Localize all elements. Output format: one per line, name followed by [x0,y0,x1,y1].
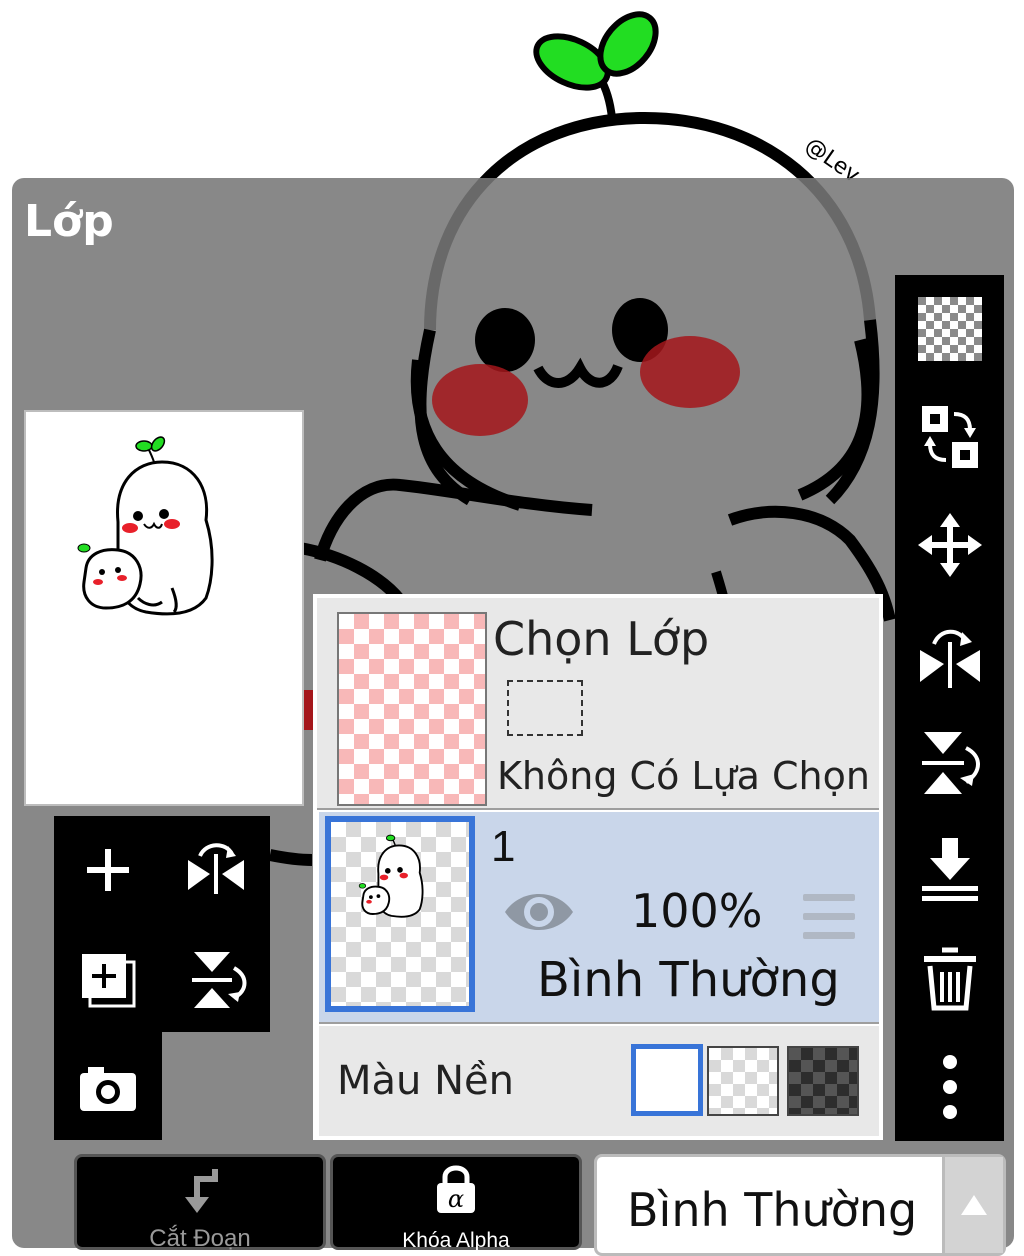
camera-icon [80,1067,136,1111]
layer-visibility-toggle[interactable] [501,884,577,945]
background-transparent-light-swatch[interactable] [707,1046,779,1116]
alpha-lock-button[interactable]: α Khóa Alpha [330,1154,582,1252]
selection-layer-title: Chọn Lớp [493,612,710,666]
right-toolbar [895,275,1004,1141]
add-layer-icon [87,849,129,891]
swap-layers-button[interactable] [895,397,1004,477]
more-vertical-icon [942,1055,957,1119]
flip-horizontal-icon [919,629,980,688]
blend-mode-select-value: Bình Thường [627,1183,918,1237]
flip-horizontal-button[interactable] [172,826,260,914]
layer-thumbnail-artwork [358,834,424,918]
merge-down-icon [921,838,978,901]
layer-blend-mode: Bình Thường [537,952,840,1008]
move-button[interactable] [895,505,1004,585]
background-transparent-dark-swatch[interactable] [787,1046,859,1116]
clipping-button[interactable]: Cắt Đoạn [74,1154,326,1252]
flip-horizontal-icon [188,843,244,894]
add-copy-layer-icon [82,954,136,1008]
flip-horizontal-right-button[interactable] [895,615,1004,695]
drag-handle-icon[interactable] [803,894,855,939]
preview-artwork [77,436,214,616]
layer-number: 1 [491,822,516,871]
eye-icon [505,894,573,930]
camera-button[interactable] [64,1044,152,1132]
selection-layer-row[interactable]: Chọn Lớp Không Có Lựa Chọn [317,598,879,810]
flip-vertical-button[interactable] [172,936,260,1024]
blend-mode-select[interactable]: Bình Thường [594,1154,1006,1256]
merge-down-button[interactable] [895,831,1004,911]
panel-title: Lớp [24,196,114,247]
background-white-swatch[interactable] [631,1044,703,1116]
background-color-row: Màu Nền [319,1026,879,1136]
clipping-label: Cắt Đoạn [149,1225,251,1252]
flip-vertical-icon [192,952,247,1008]
clipping-arrow-icon [185,1169,218,1213]
bottom-bar: Cắt Đoạn α Khóa Alpha Bình Thường [0,1150,1024,1256]
add-copy-layer-button[interactable] [64,936,152,1024]
background-color-label: Màu Nền [337,1058,514,1104]
selection-layer-thumbnail [337,612,487,806]
layer-row[interactable]: 1 100% Bình Thường [319,812,879,1024]
lock-icon: α [437,1165,475,1213]
canvas-preview [24,410,304,806]
layer-opacity[interactable]: 100% [631,884,763,938]
transparency-button[interactable] [895,289,1004,369]
flip-vertical-right-button[interactable] [895,723,1004,803]
layer-list: Chọn Lớp Không Có Lựa Chọn 1 100% Bình T… [313,594,883,1140]
swap-layers-icon [921,406,978,468]
alpha-lock-label: Khóa Alpha [402,1229,510,1252]
selection-status: Không Có Lựa Chọn [497,754,870,798]
more-options-button[interactable] [895,1047,1004,1127]
move-icon [917,513,982,577]
transparency-icon [917,297,982,361]
selection-marquee-icon [507,680,583,736]
delete-layer-button[interactable] [895,939,1004,1019]
svg-text:α: α [448,1185,464,1213]
trash-icon [923,947,976,1011]
triangle-up-icon [961,1195,987,1215]
layer-thumbnail [325,816,475,1012]
add-layer-button[interactable] [64,826,152,914]
flip-vertical-icon [921,732,980,794]
